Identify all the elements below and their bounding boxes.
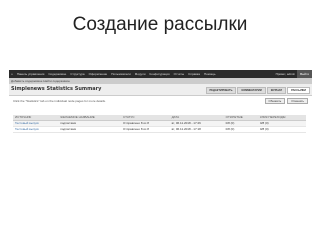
- source-link[interactable]: Тестовый выпуск: [13, 126, 59, 133]
- admin-menu-item[interactable]: Помощь: [202, 72, 218, 76]
- table-cell: подписчики: [58, 126, 122, 133]
- statistics-table: ИСТОЧНИК ЖЕЛАЕМОЕ НАЗВАНИЕ СТАТУС ДАТА О…: [13, 115, 306, 133]
- table-cell: 0/8 (0): [223, 126, 258, 133]
- admin-menu-item[interactable]: Отчёты: [172, 72, 186, 76]
- table-row: Тестовый выпуск подписчики Отправлено 8 …: [13, 126, 306, 133]
- action-buttons: Обновить Отменить: [264, 98, 308, 104]
- tab-newsletters[interactable]: РАССЫЛКИ: [287, 87, 310, 94]
- account-link[interactable]: Привет, admin: [274, 72, 298, 76]
- help-text: Click the "Statistics" tab on the indivi…: [13, 99, 106, 103]
- table-cell: Отправлено 8 из 8: [121, 126, 170, 133]
- cancel-button[interactable]: Отменить: [287, 98, 308, 104]
- tab-comments[interactable]: КОММЕНТАРИИ: [237, 87, 266, 94]
- refresh-button[interactable]: Обновить: [264, 98, 286, 104]
- tab-edit[interactable]: РЕДАКТИРОВАТЬ: [205, 87, 237, 94]
- admin-menu-item[interactable]: Справка: [186, 72, 202, 76]
- logout-button[interactable]: Выйти: [297, 70, 312, 78]
- page-header: Simplenews Statistics Summary РЕДАКТИРОВ…: [9, 84, 312, 96]
- table-cell: 0/8 (0): [257, 126, 306, 133]
- tab-bar: РЕДАКТИРОВАТЬ КОММЕНТАРИИ ЖУРНАЛ РАССЫЛК…: [205, 87, 310, 94]
- admin-menu-item[interactable]: Модули: [133, 72, 148, 76]
- slide-title: Создание рассылки: [72, 14, 248, 35]
- admin-menu-item[interactable]: Содержимое: [46, 72, 68, 76]
- admin-menu-item[interactable]: Пользователи: [109, 72, 133, 76]
- tab-log[interactable]: ЖУРНАЛ: [266, 87, 287, 94]
- table-cell: вт, 06.11.2018 - 17:18: [169, 126, 224, 133]
- admin-toolbar: ⌂ Панель управления Содержимое Структура…: [9, 70, 312, 78]
- main-content: Click the "Statistics" tab on the indivi…: [9, 96, 312, 156]
- admin-menu-item[interactable]: Конфигурация: [148, 72, 172, 76]
- admin-menu-item[interactable]: Оформление: [87, 72, 110, 76]
- admin-menu-item[interactable]: Структура: [68, 72, 86, 76]
- page-title: Simplenews Statistics Summary: [11, 86, 102, 92]
- admin-menu-item[interactable]: Панель управления: [15, 72, 47, 76]
